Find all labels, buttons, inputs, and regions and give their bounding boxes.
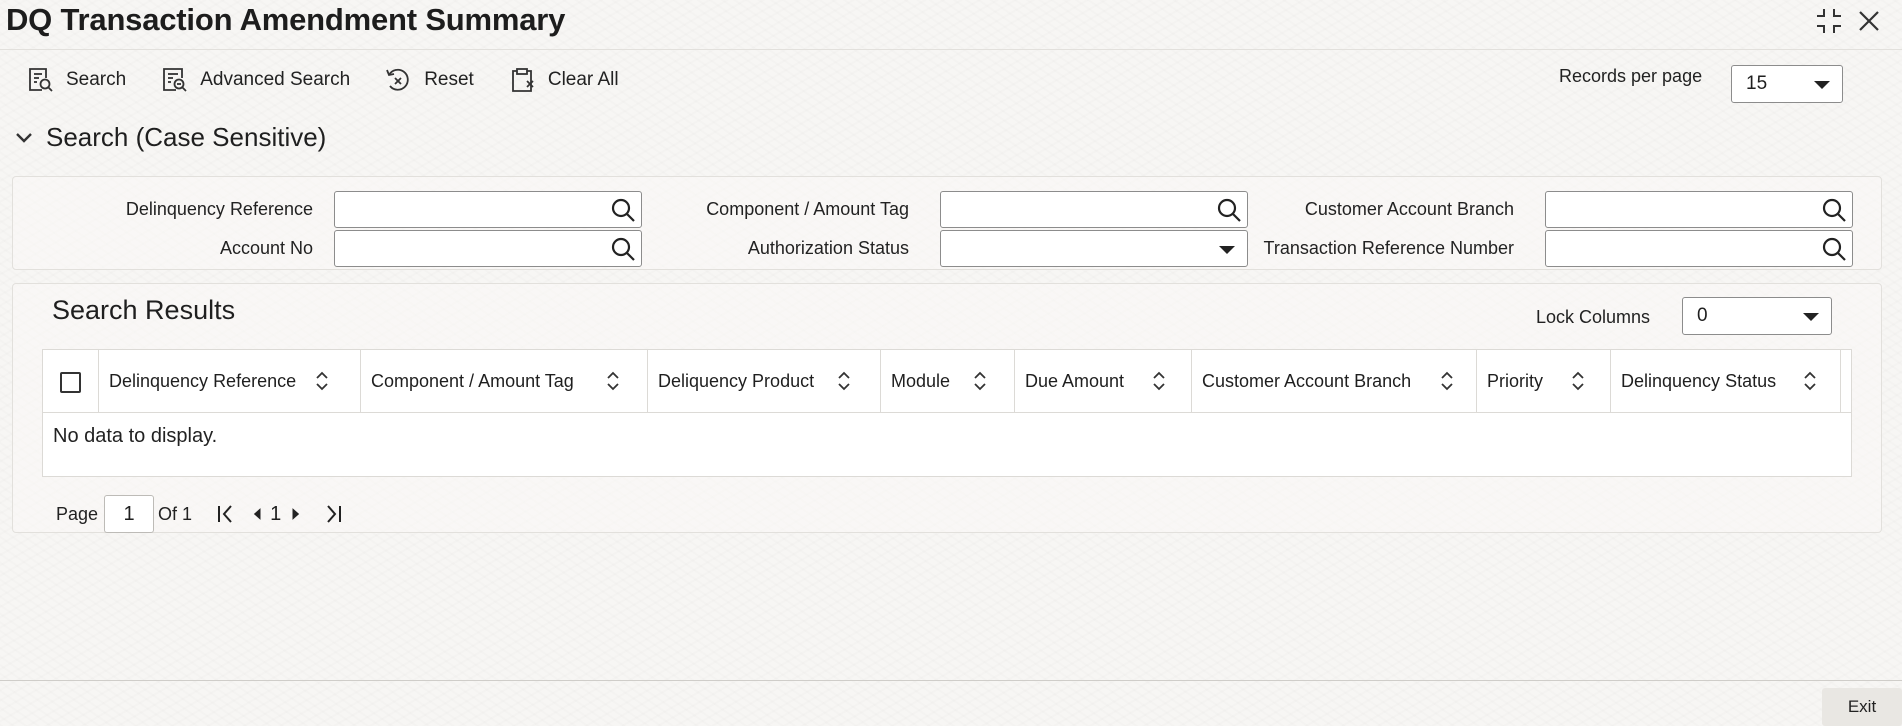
reset-icon [386,68,409,91]
clear-all-button-label: Clear All [547,69,619,90]
last-page-icon[interactable] [319,500,347,528]
account-no-label: Account No [219,238,313,258]
clipboard-icon [511,68,534,92]
records-per-page-select[interactable]: 15 [1731,65,1843,103]
page-label: Page [56,503,99,524]
select-all-column [43,350,99,413]
column-header-label: Delinquency Reference [109,371,297,391]
reset-button-label: Reset [424,69,474,90]
column-header-label: Deliquency Product [658,371,815,391]
sort-icon[interactable] [1803,370,1817,392]
column-header-label: Delinquency Status [1621,371,1777,391]
delinquency-reference-field[interactable] [334,191,642,228]
records-per-page-value: 15 [1746,73,1768,94]
sort-icon[interactable] [1571,370,1585,392]
column-header-priority[interactable]: Priority [1477,350,1611,413]
results-table: Delinquency Reference Component / Amount… [42,349,1852,477]
chevron-down-icon [1814,81,1830,89]
chevron-down-icon [16,132,32,143]
sort-icon[interactable] [973,370,987,392]
title-bar: DQ Transaction Amendment Summary [0,0,1902,50]
account-no-field[interactable] [334,230,642,267]
advanced-search-button-label: Advanced Search [200,69,351,90]
customer-account-branch-input[interactable] [1546,192,1806,225]
sort-icon[interactable] [1440,370,1454,392]
advanced-search-button[interactable]: Advanced Search [160,66,350,94]
footer: Exit [0,680,1902,726]
sort-icon[interactable] [1152,370,1166,392]
column-header-due-amount[interactable]: Due Amount [1015,350,1192,413]
column-header-component-amount-tag[interactable]: Component / Amount Tag [361,350,648,413]
column-header-label: Customer Account Branch [1202,371,1412,391]
delinquency-reference-input[interactable] [335,192,595,225]
column-header-module[interactable]: Module [881,350,1015,413]
clear-all-button[interactable]: Clear All [508,66,619,94]
search-criteria-panel: Delinquency Reference Component / Amount… [12,176,1882,270]
transaction-reference-number-field[interactable] [1545,230,1853,267]
page-title: DQ Transaction Amendment Summary [6,2,566,37]
empty-results-message: No data to display. [53,425,218,447]
first-page-icon[interactable] [212,500,240,528]
sort-icon[interactable] [315,370,329,392]
column-header-label: Module [891,371,951,391]
lock-columns-label: Lock Columns [1536,307,1651,327]
toolbar: Search Advanced Search Reset Clear All [26,62,653,98]
search-icon[interactable] [1820,196,1848,224]
search-list-icon [29,68,53,92]
customer-account-branch-label: Customer Account Branch [1304,199,1514,219]
sort-icon[interactable] [837,370,851,392]
search-section-toggle[interactable]: Search (Case Sensitive) [14,122,326,153]
column-header-label: Priority [1487,371,1544,391]
search-results-panel: Search Results Lock Columns 0 Delinquenc… [12,283,1882,533]
table-header: Delinquency Reference Component / Amount… [43,350,1851,413]
authorization-status-label: Authorization Status [747,238,909,258]
pagination: Page 1 Of 1 1 [56,494,347,534]
reset-button[interactable]: Reset [384,66,474,94]
authorization-status-select[interactable] [940,230,1248,267]
component-amount-tag-input[interactable] [941,192,1201,225]
records-per-page-label: Records per page [1559,66,1703,86]
exit-button[interactable]: Exit [1822,688,1902,726]
column-header-customer-account-branch[interactable]: Customer Account Branch [1192,350,1477,413]
collapse-icon[interactable] [1812,4,1846,38]
component-amount-tag-field[interactable] [940,191,1248,228]
transaction-reference-number-input[interactable] [1546,231,1806,264]
current-page-number: 1 [270,502,282,525]
next-page-icon[interactable] [285,500,305,528]
select-all-checkbox[interactable] [60,372,81,393]
search-button[interactable]: Search [26,66,126,94]
previous-page-icon[interactable] [248,500,268,528]
search-button-label: Search [66,69,127,90]
transaction-reference-number-label: Transaction Reference Number [1263,238,1514,258]
column-header-label: Component / Amount Tag [371,371,574,391]
sort-icon[interactable] [606,370,620,392]
search-section-title: Search (Case Sensitive) [46,122,327,152]
delinquency-reference-label: Delinquency Reference [125,199,313,219]
page-of-label: Of 1 [158,503,193,524]
column-header-deliquency-product[interactable]: Deliquency Product [648,350,881,413]
account-no-input[interactable] [335,231,595,264]
search-icon[interactable] [1820,235,1848,263]
column-header-label: Due Amount [1025,371,1125,391]
lock-columns-value: 0 [1697,305,1708,326]
search-results-title: Search Results [52,295,236,325]
close-icon[interactable] [1852,4,1886,38]
chevron-down-icon [1803,313,1819,321]
lock-columns-select[interactable]: 0 [1682,297,1832,335]
customer-account-branch-field[interactable] [1545,191,1853,228]
column-header-delinquency-reference[interactable]: Delinquency Reference [99,350,361,413]
column-header-delinquency-status[interactable]: Delinquency Status [1611,350,1841,413]
component-amount-tag-label: Component / Amount Tag [706,199,909,219]
page-number-input[interactable]: 1 [104,495,155,533]
advanced-search-icon [163,68,187,92]
